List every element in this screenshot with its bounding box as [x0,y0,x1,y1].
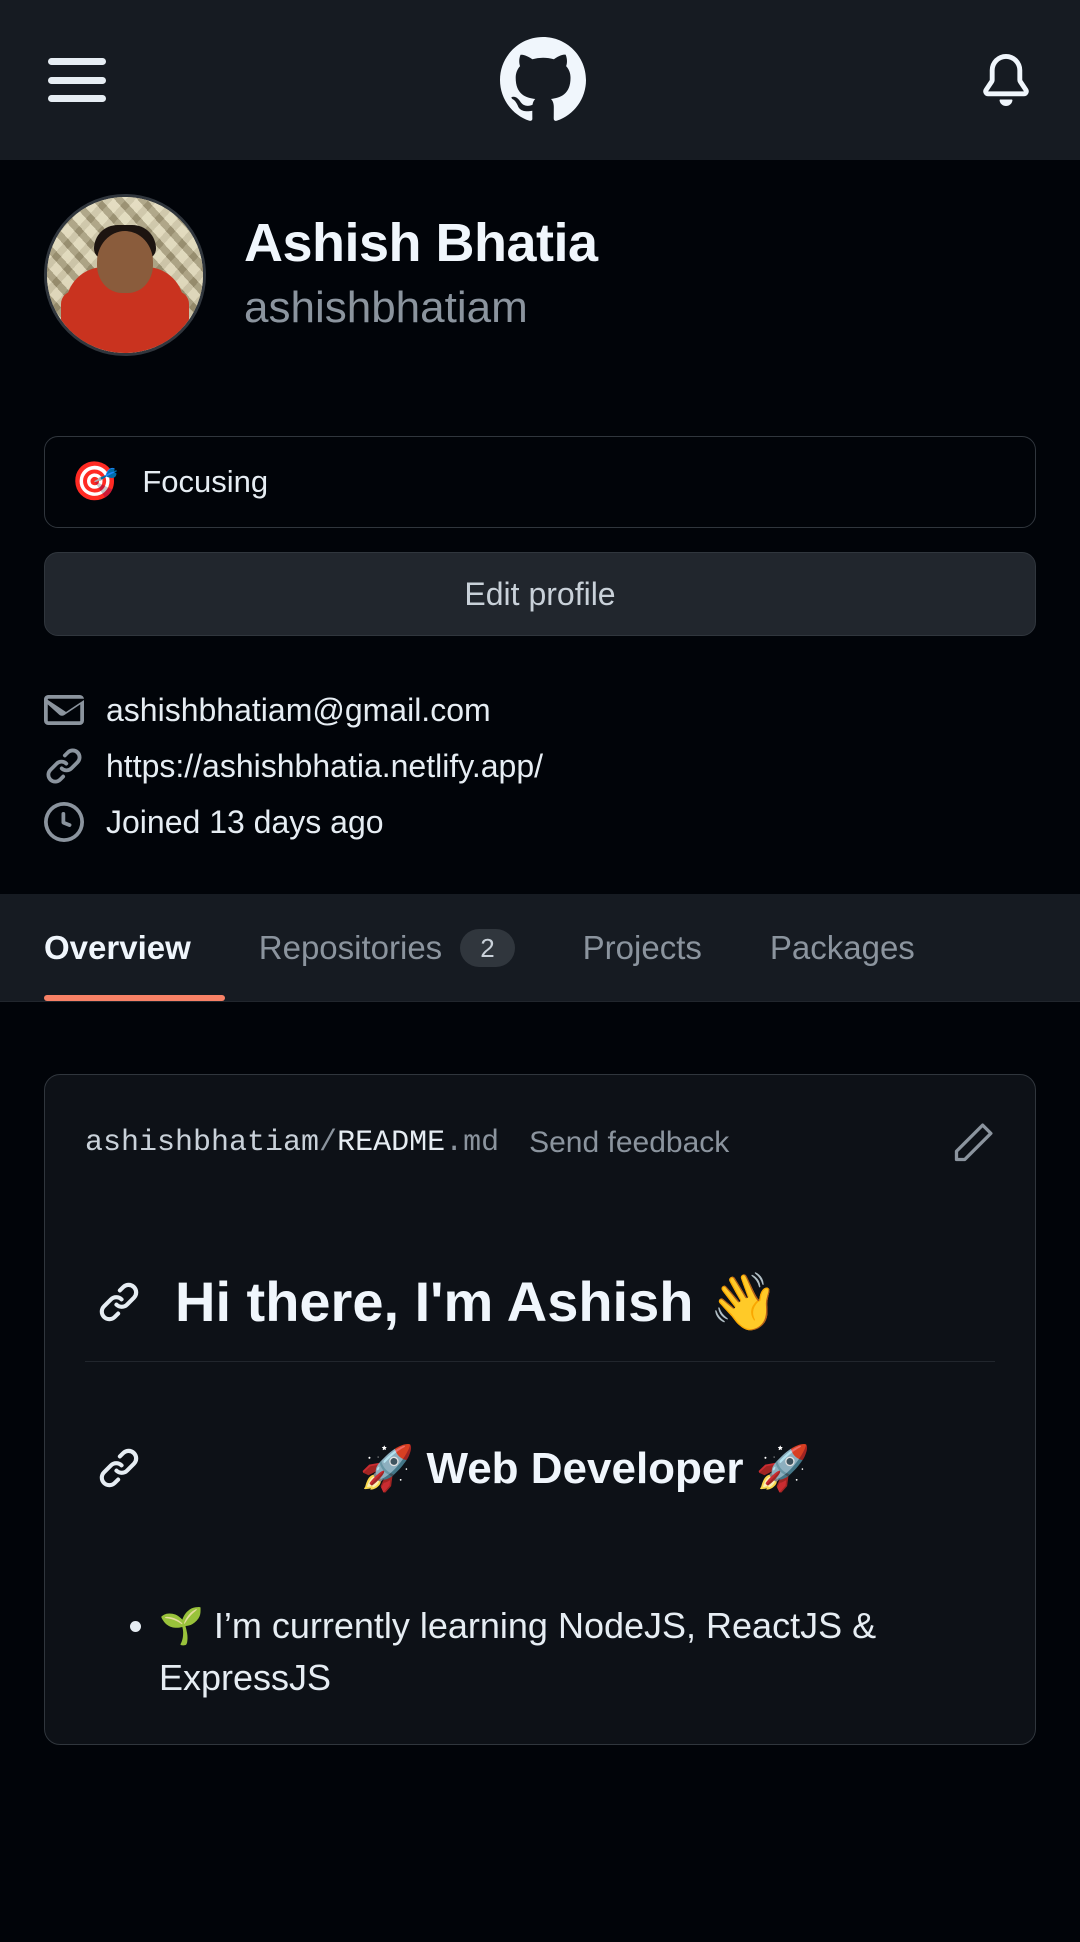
edit-profile-button[interactable]: Edit profile [44,552,1036,636]
meta-joined-text: Joined 13 days ago [106,803,384,840]
readme-filename: README [337,1126,446,1160]
bell-icon[interactable] [980,51,1032,109]
list-item: 🌱 I’m currently learning NodeJS, ReactJS… [159,1600,995,1704]
github-octocat-logo[interactable] [500,37,586,123]
anchor-link-icon[interactable] [97,1446,141,1490]
tab-repositories-badge: 2 [460,928,515,967]
readme-heading-1-text: Hi there, I'm Ashish 👋 [175,1270,779,1333]
meta-row-email[interactable]: ashishbhatiam@gmail.com [44,690,1036,730]
mail-icon [44,690,84,730]
dart-target-icon: 🎯 [71,461,119,503]
edit-profile-label: Edit profile [464,575,616,612]
readme-separator: / [319,1126,338,1160]
profile-full-name: Ashish Bhatia [244,213,598,273]
profile-readme-card: ashishbhatiam/README.md Send feedback Hi… [44,1074,1036,1746]
status-text: Focusing [142,464,269,499]
readme-header: ashishbhatiam/README.md Send feedback [45,1075,1035,1205]
tab-projects-label: Projects [582,928,702,966]
meta-email-text: ashishbhatiam@gmail.com [106,691,491,728]
readme-heading-2: 🚀 Web Developer 🚀 [85,1382,995,1504]
clock-icon [44,802,84,842]
tab-repositories[interactable]: Repositories 2 [225,894,549,1001]
profile-identity: Ashish Bhatia ashishbhatiam [44,194,1036,356]
profile-meta-list: ashishbhatiam@gmail.com https://ashishbh… [44,690,1036,842]
tab-repositories-label: Repositories [258,928,443,966]
name-block: Ashish Bhatia ashishbhatiam [244,194,598,335]
avatar[interactable] [44,194,206,356]
app-bar [0,0,1080,160]
readme-body: Hi there, I'm Ashish 👋 🚀 Web Developer 🚀… [45,1205,1035,1744]
tab-overview[interactable]: Overview [44,894,225,1001]
tab-projects[interactable]: Projects [549,894,736,1001]
hamburger-menu-icon[interactable] [48,58,106,102]
readme-heading-2-text: 🚀 Web Developer 🚀 [359,1444,811,1493]
readme-heading-1: Hi there, I'm Ashish 👋 [85,1205,995,1362]
tab-packages[interactable]: Packages [736,894,949,1001]
github-profile-screen: Ashish Bhatia ashishbhatiam 🎯 Focusing E… [0,0,1080,1942]
profile-section: Ashish Bhatia ashishbhatiam 🎯 Focusing E… [0,160,1080,842]
readme-breadcrumb[interactable]: ashishbhatiam/README.md [85,1126,499,1160]
tab-overview-label: Overview [44,928,191,966]
profile-tabs: Overview Repositories 2 Projects Package… [0,894,1080,1002]
readme-extension: .md [445,1126,500,1160]
send-feedback-link[interactable]: Send feedback [529,1126,729,1160]
meta-website-text: https://ashishbhatia.netlify.app/ [106,747,544,784]
link-icon [44,746,84,786]
pencil-icon[interactable] [951,1121,995,1165]
status-button[interactable]: 🎯 Focusing [44,436,1036,528]
tab-packages-label: Packages [769,928,915,966]
readme-bullet-list: 🌱 I’m currently learning NodeJS, ReactJS… [85,1600,995,1704]
anchor-link-icon[interactable] [97,1280,141,1324]
readme-owner: ashishbhatiam [85,1126,320,1160]
meta-row-joined: Joined 13 days ago [44,802,1036,842]
profile-username: ashishbhatiam [244,283,528,333]
meta-row-website[interactable]: https://ashishbhatia.netlify.app/ [44,746,1036,786]
